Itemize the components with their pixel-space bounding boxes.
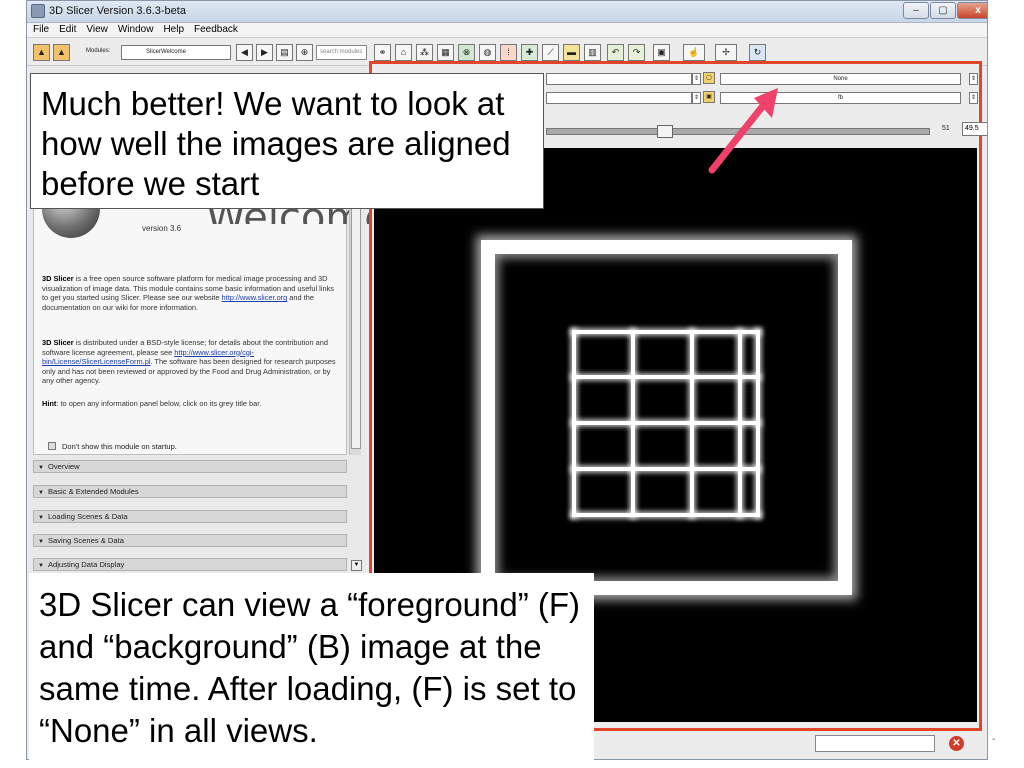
grid-image <box>572 330 760 517</box>
title-bar: 3D Slicer Version 3.6.3-beta – ▢ x <box>27 1 987 23</box>
app-name: 3D Slicer <box>42 338 74 347</box>
menu-bar: File Edit View Window Help Feedback <box>27 23 987 38</box>
bg-opacity-select[interactable] <box>546 92 692 104</box>
grid-line <box>631 330 635 517</box>
section-saving-scenes[interactable]: ▼ Saving Scenes & Data <box>33 534 347 547</box>
module-history-icon[interactable]: ▤ <box>276 44 293 61</box>
module-prev-icon[interactable]: ◀ <box>236 44 253 61</box>
error-icon[interactable]: ✕ <box>949 736 964 751</box>
dont-show-label: Don't show this module on startup. <box>62 442 177 451</box>
hint-label: Hint <box>42 399 57 408</box>
section-loading-scenes[interactable]: ▼ Loading Scenes & Data <box>33 510 347 523</box>
grid-line <box>738 330 742 517</box>
version-label: version 3.6 <box>142 224 182 233</box>
foreground-spinner-icon[interactable]: ⇕ <box>969 73 978 85</box>
grid-line <box>756 330 760 517</box>
welcome-paragraph-1: 3D Slicer is a free open source software… <box>42 274 342 312</box>
section-adjusting-display[interactable]: ▼ Adjusting Data Display <box>33 558 347 571</box>
minimize-button[interactable]: – <box>903 2 929 19</box>
module-next-icon[interactable]: ▶ <box>256 44 273 61</box>
menu-file[interactable]: File <box>27 23 53 35</box>
load-scene-icon[interactable]: ▲ <box>33 44 50 61</box>
menu-feedback[interactable]: Feedback <box>188 23 242 35</box>
fiducials-icon[interactable]: ◍ <box>479 44 496 61</box>
section-overview[interactable]: ▼ Overview <box>33 460 347 473</box>
grid-line <box>572 513 760 517</box>
slider-max-value: 51 <box>942 125 950 132</box>
grid-line <box>572 375 760 379</box>
annotation-callout-bottom: 3D Slicer can view a “foreground” (F) an… <box>29 573 594 760</box>
welcome-paragraph-2: 3D Slicer is distributed under a BSD-sty… <box>42 338 342 386</box>
menu-window[interactable]: Window <box>112 23 158 35</box>
edge-mark: - <box>992 734 996 745</box>
mouse-mode-icon[interactable]: ☝ <box>683 44 705 61</box>
section-label: Basic & Extended Modules <box>47 487 139 496</box>
search-modules-input[interactable]: search modules <box>316 45 367 60</box>
menu-view[interactable]: View <box>80 23 112 35</box>
menu-help[interactable]: Help <box>157 23 188 35</box>
collapse-triangle-icon: ▼ <box>38 515 44 521</box>
window-title: 3D Slicer Version 3.6.3-beta <box>49 5 186 17</box>
place-fiducial-icon[interactable]: ✢ <box>715 44 737 61</box>
collapse-triangle-icon: ▼ <box>38 539 44 545</box>
transforms-icon[interactable]: ⊗ <box>458 44 475 61</box>
grid-line <box>572 330 760 334</box>
volumes-icon[interactable]: ▦ <box>437 44 454 61</box>
annotation-callout-top: Much better! We want to look at how well… <box>30 73 544 209</box>
ruler-icon[interactable]: ⟋ <box>542 44 559 61</box>
editor-icon[interactable]: ⁞ <box>500 44 517 61</box>
section-basic-extended-modules[interactable]: ▼ Basic & Extended Modules <box>33 485 347 498</box>
refresh-icon[interactable]: ↻ <box>749 44 766 61</box>
scroll-down-icon[interactable]: ▼ <box>351 560 362 571</box>
hint-text: Hint: to open any information panel belo… <box>42 399 342 409</box>
label-layer-select[interactable] <box>546 73 692 85</box>
section-label: Adjusting Data Display <box>47 560 125 569</box>
maximize-button[interactable]: ▢ <box>930 2 956 19</box>
add-data-icon[interactable]: ▲ <box>53 44 70 61</box>
grid-line <box>690 330 694 517</box>
grid-layout-icon[interactable]: ▥ <box>584 44 601 61</box>
module-search-icon[interactable]: ⊕ <box>296 44 313 61</box>
slicer-website-link[interactable]: http://www.slicer.org <box>222 293 288 302</box>
grid-line <box>572 467 760 471</box>
collapse-triangle-icon: ▼ <box>38 465 44 471</box>
dont-show-checkbox-row[interactable]: Don't show this module on startup. <box>48 442 177 451</box>
app-name: 3D Slicer <box>42 274 74 283</box>
annotation-arrow-icon <box>708 88 778 174</box>
undo-icon[interactable]: ↶ <box>607 44 624 61</box>
collapse-triangle-icon: ▼ <box>38 563 44 569</box>
section-label: Overview <box>47 462 80 471</box>
home-icon[interactable]: ⌂ <box>395 44 412 61</box>
grid-line <box>572 330 576 517</box>
layout-icon[interactable]: ▬ <box>563 44 580 61</box>
status-field <box>815 735 935 752</box>
close-button[interactable]: x <box>957 2 987 19</box>
modules-label: Modules: <box>86 48 111 54</box>
hint-body: : to open any information panel below, c… <box>56 399 262 408</box>
grid-line <box>572 421 760 425</box>
slice-offset-field[interactable]: 49.5 <box>962 122 987 136</box>
redo-icon[interactable]: ↷ <box>628 44 645 61</box>
background-spinner-icon[interactable]: ⇕ <box>969 92 978 104</box>
section-label: Saving Scenes & Data <box>47 536 124 545</box>
screenshot-icon[interactable]: ▣ <box>653 44 670 61</box>
slice-slider-thumb[interactable] <box>657 125 673 138</box>
measurements-icon[interactable]: ✚ <box>521 44 538 61</box>
module-selector[interactable]: SlicerWelcome <box>121 45 231 60</box>
models-icon[interactable]: ⁂ <box>416 44 433 61</box>
data-module-icon[interactable]: ⚭ <box>374 44 391 61</box>
menu-edit[interactable]: Edit <box>53 23 80 35</box>
slicer-app-icon <box>31 4 45 18</box>
collapse-triangle-icon: ▼ <box>38 490 44 496</box>
dont-show-checkbox[interactable] <box>48 442 56 450</box>
section-label: Loading Scenes & Data <box>47 512 128 521</box>
